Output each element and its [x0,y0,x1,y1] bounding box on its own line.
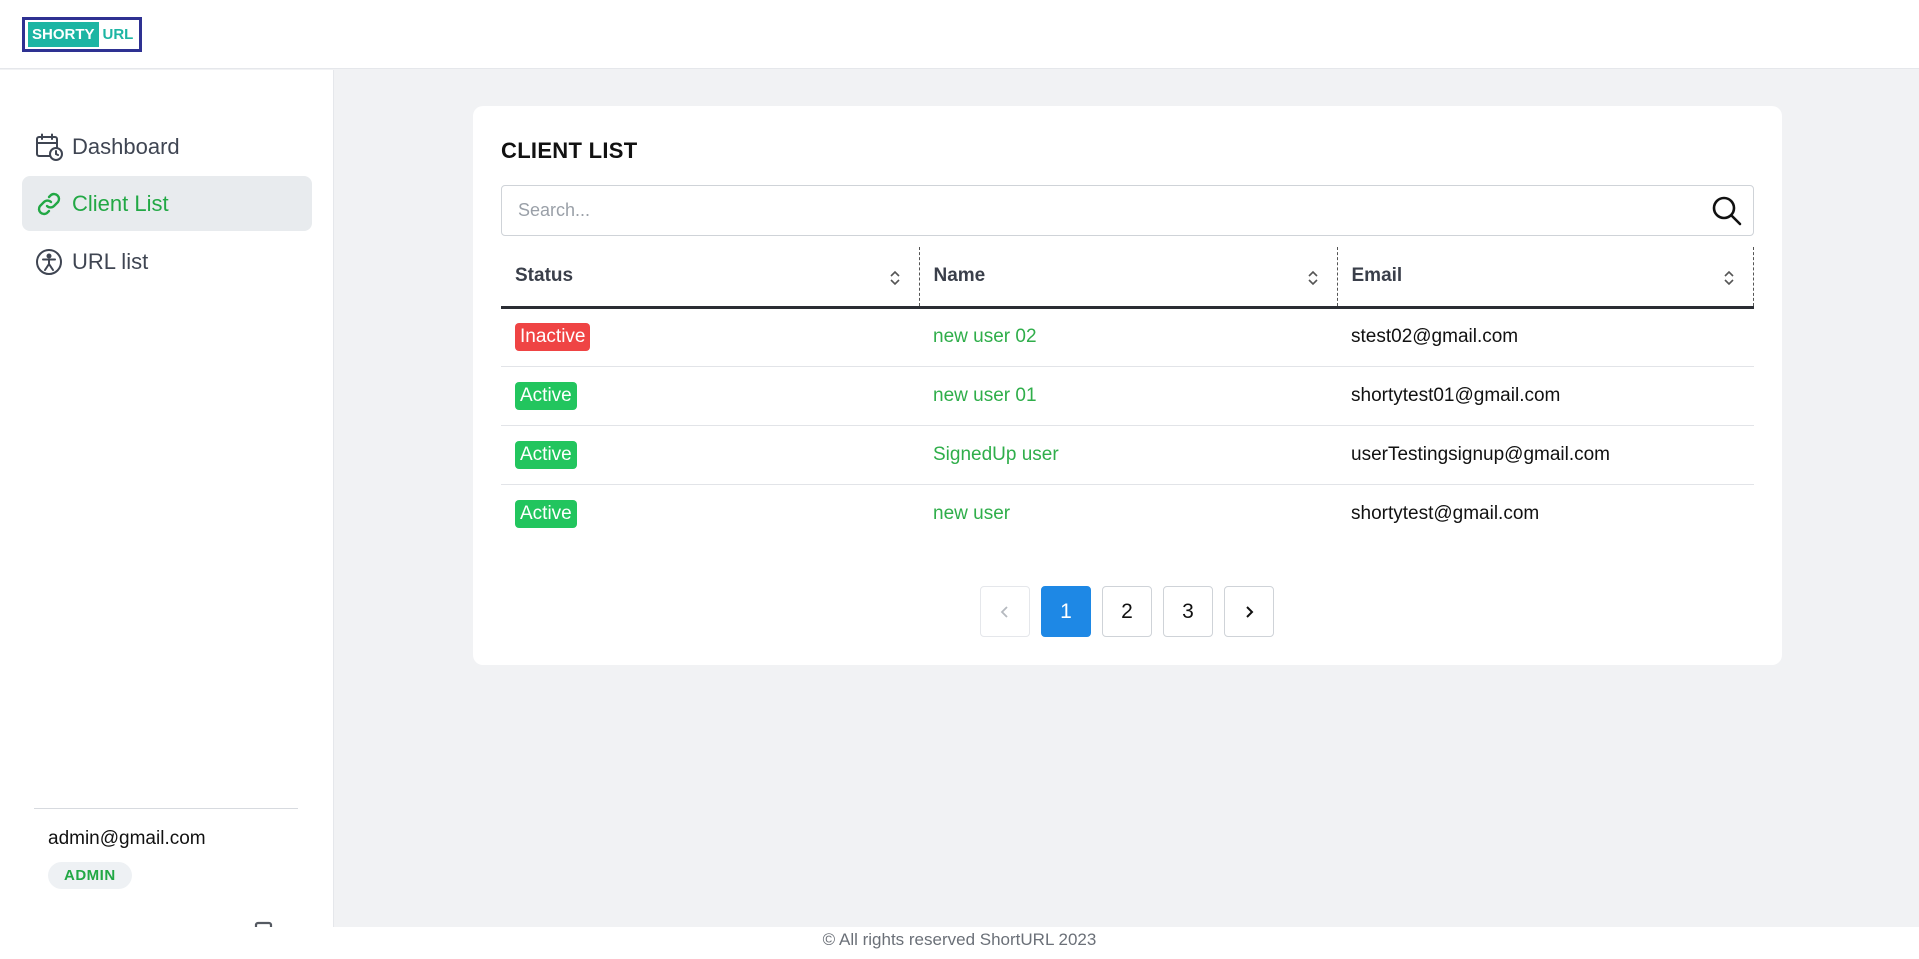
column-header-name[interactable]: Name [919,247,1338,309]
logo-text-shorty: SHORTY [28,22,99,47]
link-icon [34,189,64,219]
page-button-2[interactable]: 2 [1102,586,1152,637]
column-header-email[interactable]: Email [1337,247,1754,309]
table-row: Active new user 01 shortytest01@gmail.co… [501,366,1754,426]
status-badge: Inactive [515,323,591,351]
sidebar-divider [34,808,298,809]
search-box [501,185,1754,236]
client-name-link[interactable]: new user [933,503,1010,524]
chevron-right-icon [1246,605,1254,618]
accessibility-icon [34,247,64,277]
client-name-link[interactable]: new user 02 [933,326,1037,347]
page-button-1[interactable]: 1 [1041,586,1091,637]
sidebar-item-dashboard[interactable]: Dashboard [22,119,312,174]
client-email: stest02@gmail.com [1337,307,1754,367]
next-page-button[interactable] [1224,586,1274,637]
client-list-card: CLIENT LIST Status Name Email [473,106,1782,665]
sidebar-item-label: Client List [72,190,169,216]
top-bar: SHORTY URL [0,0,1919,69]
status-badge: Active [515,440,577,469]
status-badge: Active [515,381,577,410]
logo[interactable]: SHORTY URL [22,17,143,52]
sort-icon [1307,270,1318,286]
sidebar-item-label: Dashboard [72,133,180,159]
client-email: shortytest@gmail.com [1351,502,1540,524]
search-input[interactable] [502,186,1682,235]
sidebar-item-client-list[interactable]: Client List [22,176,312,231]
sort-icon [889,270,900,286]
table-row: Active new user shortytest@gmail.com [501,484,1754,543]
client-email: shortytest01@gmail.com [1337,366,1754,426]
chevron-left-icon [1000,605,1008,618]
sidebar: Dashboard Client List URL list admin@gma… [0,70,334,953]
sidebar-item-label: URL list [72,248,149,274]
prev-page-button[interactable] [980,586,1030,637]
page-title: CLIENT LIST [501,138,638,163]
table-row: Active SignedUp user userTestingsignup@g… [501,425,1754,485]
client-name-link[interactable]: new user 01 [933,385,1037,406]
footer: © All rights reserved ShortURL 2023 [0,927,1919,959]
status-badge: Active [515,499,577,528]
table-row: Inactive new user 02 stest02@gmail.com [501,307,1754,367]
client-table: Status Name Email Inactive new user 02 s… [501,247,1754,543]
pagination: 1 2 3 [980,586,1274,637]
sort-icon [1724,270,1734,286]
table-header-row: Status Name Email [501,247,1754,309]
column-header-label: Email [1351,265,1403,287]
client-name-link[interactable]: SignedUp user [933,444,1059,465]
sidebar-item-url-list[interactable]: URL list [22,234,312,289]
logo-text-url: URL [102,26,134,43]
column-header-label: Name [933,265,986,287]
page-button-3[interactable]: 3 [1163,586,1213,637]
column-header-status[interactable]: Status [501,247,920,309]
calendar-clock-icon [34,132,64,162]
client-email: userTestingsignup@gmail.com [1337,425,1754,485]
column-header-label: Status [515,265,574,287]
user-email: admin@gmail.com [48,828,206,849]
role-badge: ADMIN [48,862,132,889]
search-icon[interactable] [1711,195,1743,227]
